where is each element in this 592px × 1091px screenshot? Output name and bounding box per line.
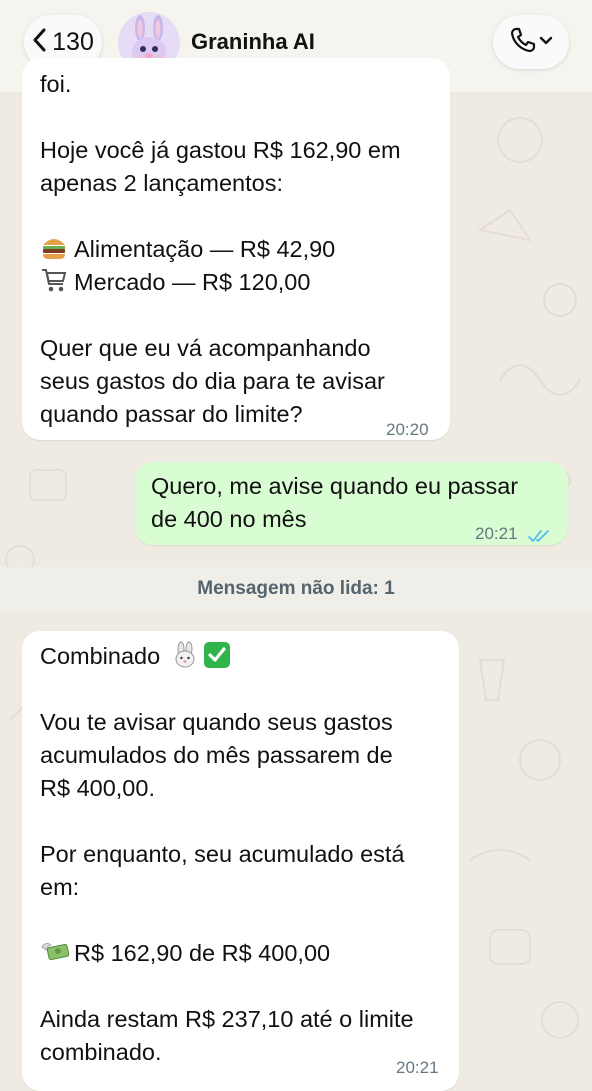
message-text: quando passar do limite?: [40, 401, 303, 427]
accumulated-amount: R$ 162,90 de R$ 400,00: [74, 940, 331, 966]
contact-name[interactable]: Graninha AI: [191, 29, 315, 55]
unread-divider: Mensagem não lida: 1: [0, 567, 592, 611]
message-timestamp: 20:20: [386, 420, 429, 439]
unread-count: 130: [52, 27, 94, 56]
incoming-message[interactable]: foi. Hoje você já gastou R$ 162,90 em ap…: [22, 58, 450, 440]
message-text: seus gastos do dia para te avisar: [40, 368, 385, 394]
message-line: Combinado: [40, 640, 455, 673]
money-with-wings-emoji: [40, 937, 70, 965]
burger-emoji: [40, 233, 68, 261]
message-text: Por enquanto, seu acumulado está: [40, 841, 405, 867]
chevron-left-icon: [32, 28, 46, 57]
call-button[interactable]: [493, 15, 569, 69]
expense-item: Mercado — R$ 120,00: [40, 266, 440, 299]
message-text: em:: [40, 874, 80, 900]
unread-divider-label: Mensagem não lida: 1: [197, 578, 395, 599]
message-text: Combinado: [40, 643, 161, 669]
expense-item-label: Mercado — R$ 120,00: [74, 269, 311, 295]
expense-item: Alimentação — R$ 42,90: [40, 233, 440, 266]
cart-emoji: [40, 266, 68, 294]
rabbit-emoji: [171, 641, 199, 669]
chevron-down-icon: [539, 33, 553, 51]
message-text: Quer que eu vá acompanhando: [40, 335, 371, 361]
message-text: Ainda restam R$ 237,10 até o limite: [40, 1006, 414, 1032]
message-timestamp: 20:21: [475, 524, 518, 543]
message-timestamp: 20:21: [396, 1058, 439, 1077]
message-text: Quero, me avise quando eu passar: [151, 473, 519, 499]
double-check-icon: [528, 519, 552, 552]
expense-item-label: Alimentação — R$ 42,90: [74, 236, 336, 262]
phone-icon: [509, 26, 537, 59]
message-text: acumulados do mês passarem de: [40, 742, 393, 768]
message-text: apenas 2 lançamentos:: [40, 170, 283, 196]
incoming-message[interactable]: Combinado Vou te avisar quando seus gast…: [22, 631, 459, 1091]
message-text: foi.: [40, 71, 72, 97]
check-mark-emoji: [203, 641, 231, 669]
message-text: Vou te avisar quando seus gastos: [40, 709, 393, 735]
message-text: R$ 400,00.: [40, 775, 155, 801]
message-text: combinado.: [40, 1039, 162, 1065]
outgoing-message[interactable]: Quero, me avise quando eu passar de 400 …: [135, 462, 568, 545]
message-line: R$ 162,90 de R$ 400,00: [40, 937, 455, 970]
message-text: Hoje você já gastou R$ 162,90 em: [40, 137, 401, 163]
